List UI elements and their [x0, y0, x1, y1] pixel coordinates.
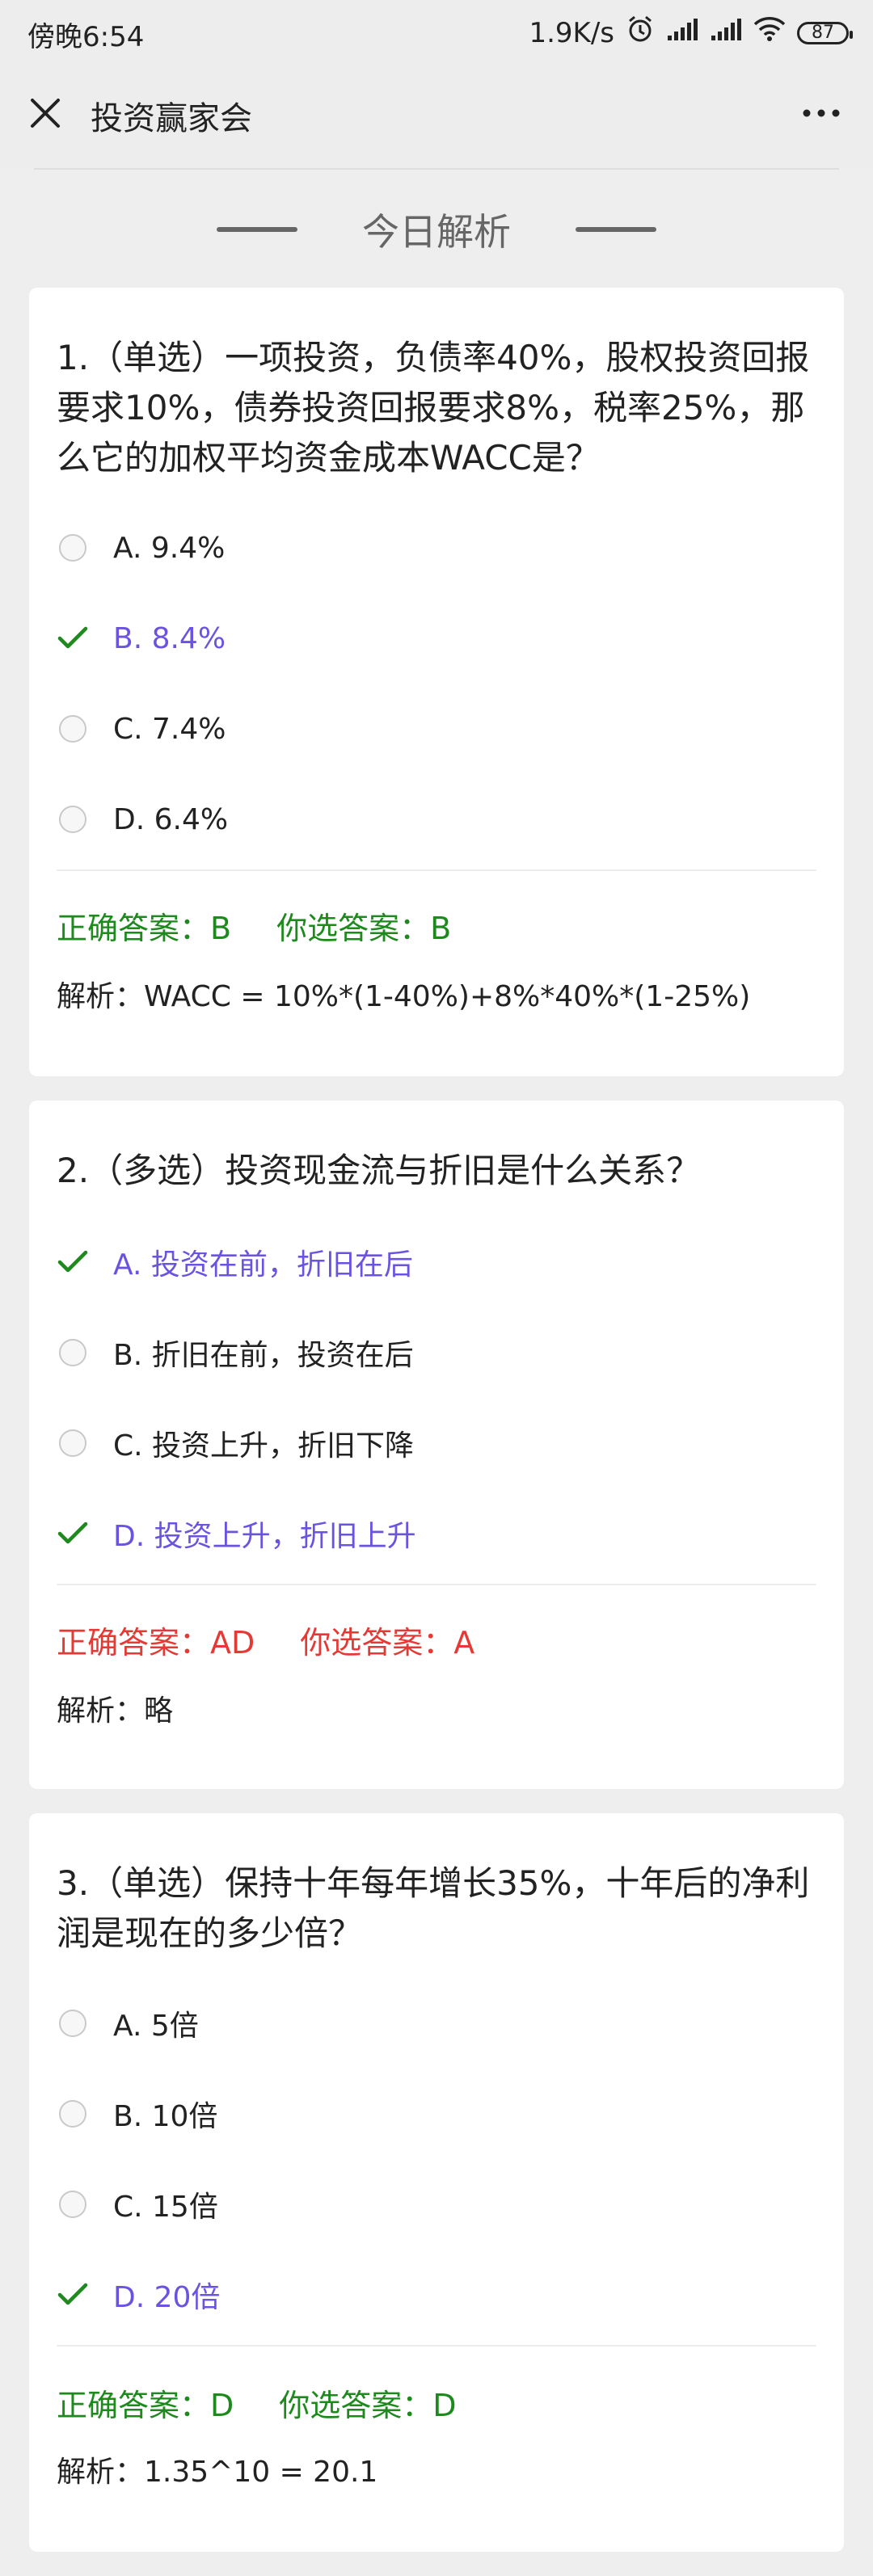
battery-icon: 87	[797, 21, 853, 44]
title-bar: 投资赢家会	[0, 61, 873, 168]
explanation: 解析：WACC = 10%*(1-40%)+8%*40%*(1-25%)	[57, 980, 751, 1013]
question-card: 1.（单选）一项投资，负债率40%，股权投资回报要求10%，债券投资回报要求8%…	[29, 288, 844, 1076]
option-label: A. 9.4%	[113, 531, 226, 565]
more-icon[interactable]	[797, 94, 846, 133]
checkmark-icon	[57, 1246, 89, 1278]
radio-icon	[57, 2098, 89, 2130]
option-label: D. 20倍	[113, 2281, 221, 2314]
divider	[57, 2345, 816, 2347]
correct-answer: 正确答案：AD	[57, 1625, 255, 1661]
header-divider	[34, 168, 839, 170]
divider	[57, 1584, 816, 1585]
answer-row: 正确答案：B 你选答案：B	[57, 903, 451, 948]
option-a[interactable]: A. 投资在前，折旧在后	[57, 1238, 413, 1286]
option-label: B. 10倍	[113, 2100, 218, 2133]
option-c[interactable]: C. 投资上升，折旧下降	[57, 1419, 414, 1467]
question-card: 2.（多选）投资现金流与折旧是什么关系？ A. 投资在前，折旧在后 B. 折旧在…	[29, 1101, 844, 1789]
checkmark-icon	[57, 2279, 89, 2311]
option-d[interactable]: D. 20倍	[57, 2271, 220, 2319]
close-icon[interactable]	[26, 94, 65, 133]
option-d[interactable]: D. 投资上升，折旧上升	[57, 1509, 416, 1558]
option-label: B. 折旧在前，投资在后	[113, 1339, 414, 1372]
option-label: D. 6.4%	[113, 802, 229, 836]
question-text: 2.（多选）投资现金流与折旧是什么关系？	[57, 1151, 701, 1190]
option-a[interactable]: A. 5倍	[57, 1999, 199, 2048]
answer-row: 正确答案：AD 你选答案：A	[57, 1618, 474, 1662]
option-a[interactable]: A. 9.4%	[57, 524, 225, 572]
alarm-icon	[626, 15, 655, 51]
option-label: C. 15倍	[113, 2191, 218, 2224]
heading-bar-right	[576, 227, 656, 232]
option-b[interactable]: B. 折旧在前，投资在后	[57, 1328, 414, 1377]
option-label: A. 投资在前，折旧在后	[113, 1248, 413, 1282]
radio-icon	[57, 1427, 89, 1459]
heading-bar-left	[217, 227, 297, 232]
option-label: C. 7.4%	[113, 712, 226, 746]
wifi-icon	[753, 16, 786, 49]
explanation: 解析：1.35^10 = 20.1	[57, 2456, 378, 2489]
your-answer: 你选答案：B	[276, 911, 452, 946]
radio-icon	[57, 1336, 89, 1369]
question-text: 1.（单选）一项投资，负债率40%，股权投资回报要求10%，债券投资回报要求8%…	[57, 338, 810, 478]
your-answer: 你选答案：D	[279, 2388, 457, 2423]
option-c[interactable]: C. 15倍	[57, 2180, 218, 2229]
option-label: B. 8.4%	[113, 621, 226, 655]
option-b[interactable]: B. 10倍	[57, 2090, 217, 2138]
question-text: 3.（单选）保持十年每年增长35%，十年后的净利润是现在的多少倍？	[57, 1863, 810, 1953]
radio-icon	[57, 803, 89, 836]
correct-answer: 正确答案：D	[57, 2388, 234, 2423]
option-label: C. 投资上升，折旧下降	[113, 1429, 415, 1463]
status-bar: 傍晚6:54 1.9K/s 87	[0, 0, 873, 61]
status-right: 1.9K/s 87	[529, 15, 853, 51]
option-b[interactable]: B. 8.4%	[57, 614, 226, 663]
network-speed: 1.9K/s	[529, 16, 614, 49]
option-label: A. 5倍	[113, 2010, 199, 2043]
divider	[57, 869, 816, 871]
radio-icon	[57, 532, 89, 564]
checkmark-icon	[57, 1517, 89, 1550]
radio-icon	[57, 713, 89, 745]
radio-icon	[57, 2007, 89, 2039]
explanation: 解析：略	[57, 1694, 174, 1728]
section-heading: 今日解析	[0, 197, 873, 262]
option-c[interactable]: C. 7.4%	[57, 705, 226, 753]
radio-icon	[57, 2188, 89, 2220]
option-d[interactable]: D. 6.4%	[57, 795, 228, 844]
correct-answer: 正确答案：B	[57, 911, 232, 946]
signal-icon	[666, 17, 698, 49]
your-answer: 你选答案：A	[300, 1625, 475, 1661]
option-label: D. 投资上升，折旧上升	[113, 1520, 416, 1553]
section-title: 今日解析	[362, 210, 511, 254]
page-title: 投资赢家会	[91, 100, 252, 137]
checkmark-icon	[57, 622, 89, 655]
status-time: 傍晚6:54	[27, 21, 145, 53]
signal-icon	[710, 17, 742, 49]
question-card: 3.（单选）保持十年每年增长35%，十年后的净利润是现在的多少倍？ A. 5倍 …	[29, 1813, 844, 2552]
answer-row: 正确答案：D 你选答案：D	[57, 2380, 457, 2425]
